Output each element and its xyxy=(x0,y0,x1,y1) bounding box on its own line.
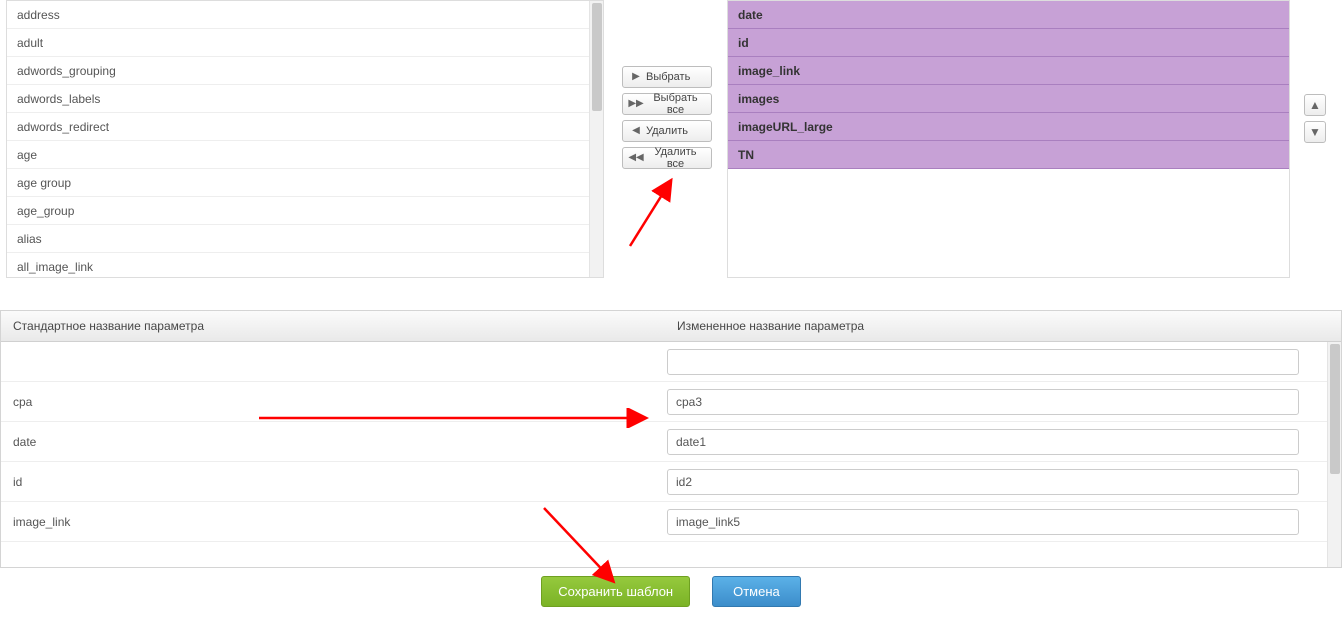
standard-name-cell: cpa xyxy=(1,395,665,409)
changed-name-input[interactable] xyxy=(667,429,1299,455)
select-button-label: Выбрать xyxy=(646,71,690,83)
selected-params-panel: dateidimage_linkimagesimageURL_largeTN xyxy=(727,0,1290,278)
select-all-button-label: Выбрать все xyxy=(646,92,705,116)
available-item[interactable]: age group xyxy=(7,169,591,197)
cancel-button[interactable]: Отмена xyxy=(712,576,801,607)
standard-name-cell: id xyxy=(1,475,665,489)
table-row: date xyxy=(1,422,1327,462)
available-item[interactable]: all_image_link xyxy=(7,253,591,277)
transfer-buttons: ▶ Выбрать ▶▶ Выбрать все ◀ Удалить ◀◀ Уд… xyxy=(604,0,722,280)
footer-actions: Сохранить шаблон Отмена xyxy=(0,568,1342,611)
standard-name-cell: image_link xyxy=(1,515,665,529)
available-item[interactable]: age_group xyxy=(7,197,591,225)
table-row: image_link xyxy=(1,502,1327,542)
select-button[interactable]: ▶ Выбрать xyxy=(622,66,712,88)
selected-item[interactable]: TN xyxy=(728,141,1289,169)
changed-name-input[interactable] xyxy=(667,509,1299,535)
double-right-icon: ▶▶ xyxy=(629,99,643,109)
chevron-down-icon: ▼ xyxy=(1309,125,1321,139)
available-list-scrollbar[interactable] xyxy=(589,1,603,277)
remove-all-button-label: Удалить все xyxy=(646,146,705,170)
move-down-button[interactable]: ▼ xyxy=(1304,121,1326,143)
remove-all-button[interactable]: ◀◀ Удалить все xyxy=(622,147,712,169)
table-row xyxy=(1,342,1327,382)
play-left-icon: ◀ xyxy=(629,126,643,136)
selected-item[interactable]: images xyxy=(728,85,1289,113)
remove-button[interactable]: ◀ Удалить xyxy=(622,120,712,142)
double-left-icon: ◀◀ xyxy=(629,153,643,163)
selected-item[interactable]: date xyxy=(728,1,1289,29)
remove-button-label: Удалить xyxy=(646,125,688,137)
available-item[interactable]: adwords_redirect xyxy=(7,113,591,141)
selected-item[interactable]: id xyxy=(728,29,1289,57)
rename-table-scrollbar[interactable] xyxy=(1327,342,1341,567)
available-item[interactable]: age xyxy=(7,141,591,169)
reorder-buttons: ▲ ▼ xyxy=(1300,0,1330,148)
table-row: id xyxy=(1,462,1327,502)
save-template-button[interactable]: Сохранить шаблон xyxy=(541,576,690,607)
header-standard: Стандартное название параметра xyxy=(1,311,665,341)
header-changed: Измененное название параметра xyxy=(665,311,1341,341)
available-params-panel: addressadultadwords_groupingadwords_labe… xyxy=(6,0,604,278)
rename-table-header: Стандартное название параметра Измененно… xyxy=(1,311,1341,342)
standard-name-cell: date xyxy=(1,435,665,449)
available-item[interactable]: adwords_grouping xyxy=(7,57,591,85)
selected-item[interactable]: imageURL_large xyxy=(728,113,1289,141)
move-up-button[interactable]: ▲ xyxy=(1304,94,1326,116)
available-item[interactable]: adwords_labels xyxy=(7,85,591,113)
changed-name-input[interactable] xyxy=(667,469,1299,495)
rename-table: Стандартное название параметра Измененно… xyxy=(0,310,1342,568)
available-item[interactable]: adult xyxy=(7,29,591,57)
changed-name-input[interactable] xyxy=(667,349,1299,375)
selected-item[interactable]: image_link xyxy=(728,57,1289,85)
table-row: cpa xyxy=(1,382,1327,422)
available-item[interactable]: address xyxy=(7,1,591,29)
chevron-up-icon: ▲ xyxy=(1309,98,1321,112)
select-all-button[interactable]: ▶▶ Выбрать все xyxy=(622,93,712,115)
available-item[interactable]: alias xyxy=(7,225,591,253)
changed-name-input[interactable] xyxy=(667,389,1299,415)
play-right-icon: ▶ xyxy=(629,72,643,82)
